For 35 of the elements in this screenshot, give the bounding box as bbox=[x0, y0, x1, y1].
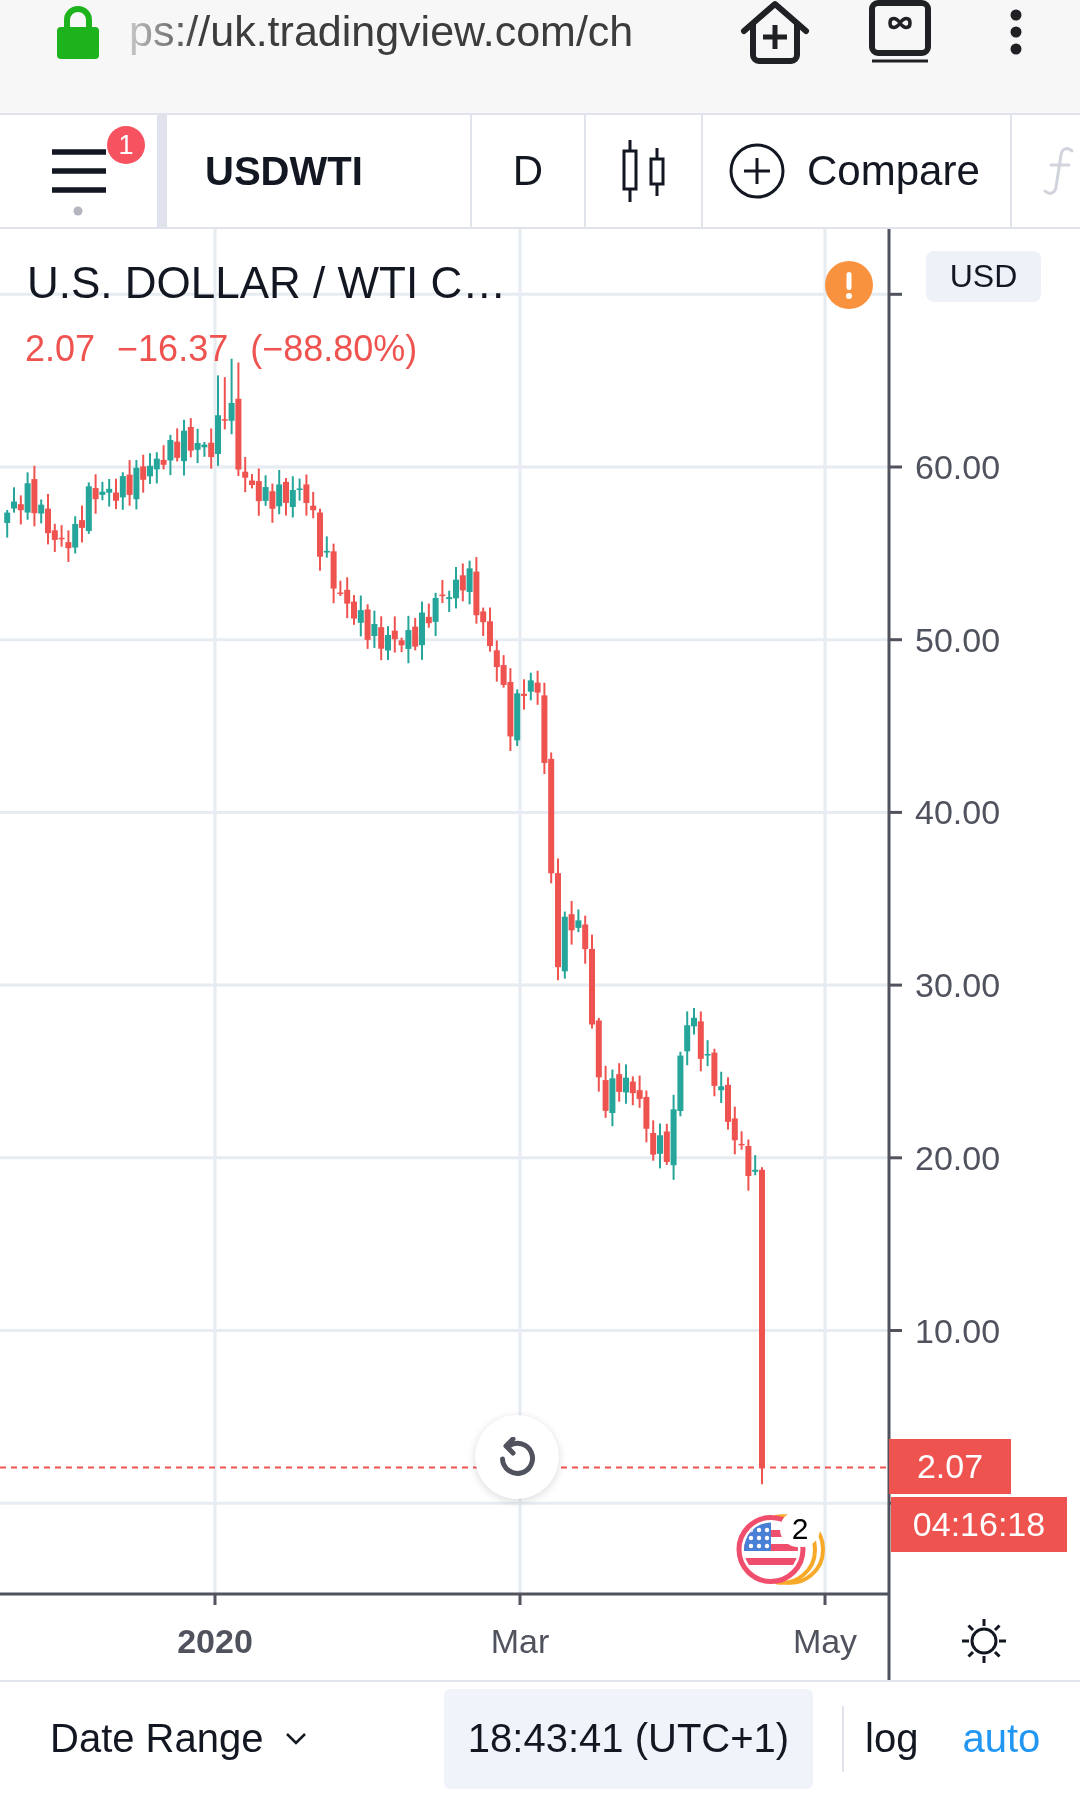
lock-icon bbox=[56, 4, 100, 59]
symbol-button[interactable]: USDWTI bbox=[167, 115, 470, 227]
more-icon[interactable] bbox=[1010, 9, 1022, 55]
plus-circle-icon bbox=[729, 143, 785, 199]
symbol-title: U.S. DOLLAR / WTI C… bbox=[27, 257, 507, 309]
event-count: 2 bbox=[780, 1511, 820, 1547]
circular-arrow-icon bbox=[498, 1437, 536, 1477]
scale-toggle[interactable]: log bbox=[865, 1716, 919, 1761]
time-label: Mar bbox=[490, 1621, 550, 1661]
time-label: May bbox=[792, 1621, 858, 1661]
sun-icon[interactable] bbox=[960, 1617, 1008, 1665]
price-change-percent: (−88.80%) bbox=[250, 327, 418, 371]
price-label: 60.00 bbox=[915, 447, 1001, 487]
price-change: −16.37 bbox=[117, 327, 229, 371]
price-label: 10.00 bbox=[915, 1310, 1001, 1351]
tab-switcher-icon[interactable] bbox=[869, 0, 931, 64]
time-label: 2020 bbox=[177, 1621, 253, 1661]
house-plus-icon[interactable] bbox=[740, 0, 810, 64]
last-price: 2.07 bbox=[25, 327, 96, 371]
price-label: 20.00 bbox=[915, 1137, 1001, 1178]
chevron-down-icon bbox=[285, 1732, 308, 1745]
compare-button[interactable]: Compare bbox=[703, 115, 1010, 227]
clock-button[interactable]: 18:43:41 (UTC+1) bbox=[444, 1688, 813, 1789]
menu-icon[interactable] bbox=[52, 148, 106, 216]
date-range-button[interactable]: Date Range bbox=[50, 1716, 308, 1761]
price-label: 50.00 bbox=[915, 619, 1001, 660]
notification-count: 1 bbox=[107, 126, 145, 164]
countdown-label: 04:16:18 bbox=[891, 1497, 1067, 1553]
candlestick-icon[interactable] bbox=[620, 140, 667, 202]
last-price-label: 2.07 bbox=[889, 1439, 1011, 1495]
reset-button[interactable] bbox=[475, 1415, 559, 1499]
interval-button[interactable]: D bbox=[472, 115, 584, 227]
price-label: 30.00 bbox=[915, 965, 1001, 1006]
currency-label[interactable]: USD bbox=[926, 251, 1041, 302]
price-label: 40.00 bbox=[915, 792, 1001, 833]
